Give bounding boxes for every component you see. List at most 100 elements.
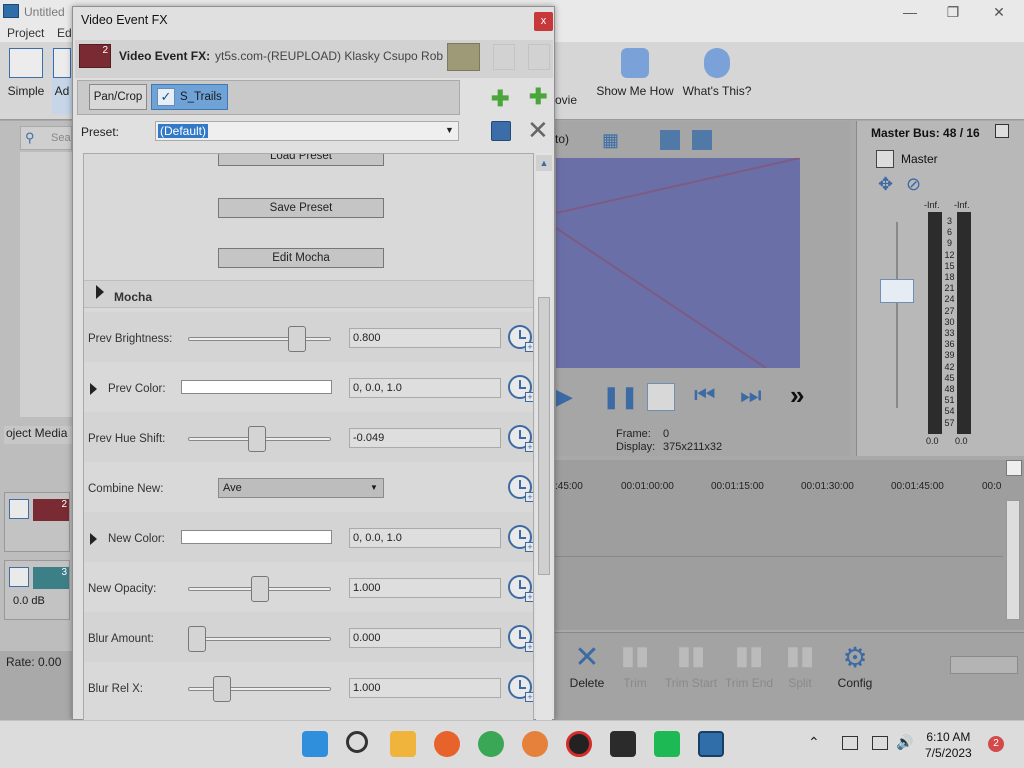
prev-color-swatch[interactable] xyxy=(181,380,332,394)
combine-new-dropdown[interactable]: Ave xyxy=(218,478,384,498)
expand-triangle-icon[interactable] xyxy=(96,285,104,299)
new-opacity-value[interactable]: 1.000 xyxy=(349,578,501,598)
firefox-icon[interactable] xyxy=(434,731,460,757)
keyframe-add-icon[interactable]: + xyxy=(525,442,533,452)
advanced-mode-button[interactable]: Ad xyxy=(52,48,72,114)
fx-options-icon[interactable] xyxy=(528,44,550,70)
chrome-icon[interactable] xyxy=(478,731,504,757)
fx-chain-toggle-icon[interactable] xyxy=(447,43,480,71)
load-preset-button[interactable]: Load Preset xyxy=(218,154,384,166)
volume-icon[interactable]: 🔊 xyxy=(896,734,913,751)
keyframe-add-icon[interactable]: + xyxy=(525,492,533,502)
project-media-list[interactable] xyxy=(20,152,72,417)
tab-project-media[interactable]: oject Media xyxy=(4,426,72,444)
menu-edit[interactable]: Ed xyxy=(57,26,72,40)
keyframe-add-icon[interactable]: + xyxy=(525,542,533,552)
blur-rel-x-value[interactable]: 1.000 xyxy=(349,678,501,698)
app-chevrons-icon[interactable] xyxy=(654,731,680,757)
make-movie-label[interactable]: ovie xyxy=(555,93,577,107)
prev-brightness-slider-knob[interactable] xyxy=(288,326,306,352)
s-trails-enable-checkbox[interactable]: ✓ xyxy=(157,88,175,106)
fast-forward-icon[interactable]: » xyxy=(790,380,804,411)
mute-icon[interactable]: ⊘ xyxy=(906,174,921,195)
add-plugin-icon[interactable]: ✚ xyxy=(491,86,509,112)
split-button[interactable]: ▮▮ Split xyxy=(778,640,822,690)
expand-triangle-icon[interactable] xyxy=(90,533,97,545)
timeline-vertical-scrollbar[interactable] xyxy=(1006,500,1020,620)
restore-icon[interactable]: ❐ xyxy=(938,2,968,22)
play-icon[interactable]: ▶ xyxy=(556,384,573,410)
stop-icon[interactable] xyxy=(647,383,675,411)
prev-hue-shift-slider-knob[interactable] xyxy=(247,426,266,452)
new-color-swatch[interactable] xyxy=(181,530,332,544)
pause-icon[interactable]: ❚❚ xyxy=(602,384,639,410)
keyframe-add-icon[interactable]: + xyxy=(525,592,533,602)
battery-icon[interactable] xyxy=(842,736,858,750)
windows-start-icon[interactable] xyxy=(302,731,328,757)
config-button[interactable]: ⚙ Config xyxy=(834,640,876,690)
save-preset-button[interactable]: Save Preset xyxy=(218,198,384,218)
menu-project[interactable]: Project xyxy=(7,26,44,40)
keyframe-add-icon[interactable]: + xyxy=(525,642,533,652)
track-expand-icon[interactable] xyxy=(9,499,29,519)
copy-snapshot-icon[interactable] xyxy=(660,130,680,150)
media-search-input[interactable]: ⚲ Sea xyxy=(20,126,72,150)
whats-this-button[interactable]: What's This? xyxy=(682,48,752,98)
trim-button[interactable]: ▮▮ Trim xyxy=(614,640,656,690)
preset-value[interactable]: (Default) xyxy=(158,124,209,138)
minimize-icon[interactable]: — xyxy=(895,2,925,22)
taskbar-clock[interactable]: 6:10 AM 7/5/2023 xyxy=(925,729,972,761)
close-window-icon[interactable]: ✕ xyxy=(984,2,1014,22)
master-fx-icon[interactable]: ✥ xyxy=(878,174,893,195)
mixer-settings-icon[interactable] xyxy=(995,124,1009,138)
new-opacity-slider-knob[interactable] xyxy=(250,576,269,602)
trim-end-button[interactable]: ▮▮ Trim End xyxy=(724,640,774,690)
simple-mode-button[interactable]: Simple xyxy=(6,48,46,98)
chevron-down-icon[interactable]: ▼ xyxy=(370,483,378,492)
file-explorer-icon[interactable] xyxy=(390,731,416,757)
notification-badge[interactable]: 2 xyxy=(988,736,1004,752)
terminal-icon[interactable] xyxy=(610,731,636,757)
preview-quality-dropdown[interactable]: to) xyxy=(555,132,569,146)
fx-browser-icon[interactable] xyxy=(493,44,515,70)
new-color-value[interactable]: 0, 0.0, 1.0 xyxy=(349,528,501,548)
delete-button[interactable]: ✕ Delete xyxy=(566,640,608,690)
record-icon[interactable] xyxy=(566,731,592,757)
blur-amount-slider-track[interactable] xyxy=(188,637,331,641)
scroll-up-arrow-icon[interactable]: ▲ xyxy=(536,155,552,171)
show-me-how-button[interactable]: Show Me How xyxy=(594,48,676,98)
save-preset-icon[interactable] xyxy=(491,121,511,141)
trim-start-button[interactable]: ▮▮ Trim Start xyxy=(662,640,720,690)
go-to-end-icon[interactable]: ⏭ xyxy=(740,382,762,410)
track-header-video[interactable]: 2 xyxy=(4,492,70,552)
brave-icon[interactable] xyxy=(522,731,548,757)
edit-mocha-button[interactable]: Edit Mocha xyxy=(218,248,384,268)
prev-brightness-slider-track[interactable] xyxy=(188,337,331,341)
prev-brightness-value[interactable]: 0.800 xyxy=(349,328,501,348)
pan-crop-button[interactable]: Pan/Crop xyxy=(89,84,147,110)
blur-amount-slider-knob[interactable] xyxy=(188,626,206,652)
prev-color-value[interactable]: 0, 0.0, 1.0 xyxy=(349,378,501,398)
blur-rel-x-slider-track[interactable] xyxy=(188,687,331,691)
track-header-audio[interactable]: 3 0.0 dB xyxy=(4,560,70,620)
keyframe-add-icon[interactable]: + xyxy=(525,392,533,402)
go-to-start-icon[interactable]: ⏮ xyxy=(694,382,716,410)
track-expand-icon[interactable] xyxy=(9,567,29,587)
keyframe-add-icon[interactable]: + xyxy=(525,342,533,352)
save-snapshot-icon[interactable] xyxy=(692,130,712,150)
search-icon[interactable] xyxy=(346,731,368,753)
zoom-slider[interactable] xyxy=(950,656,1018,674)
blur-amount-value[interactable]: 0.000 xyxy=(349,628,501,648)
expand-triangle-icon[interactable] xyxy=(90,383,97,395)
remove-plugin-icon[interactable]: ✚ xyxy=(529,84,547,110)
timeline-marker-icon[interactable] xyxy=(1006,460,1022,476)
delete-preset-icon[interactable]: ✕ xyxy=(527,117,549,143)
chevron-up-icon[interactable]: ⌃ xyxy=(808,734,820,751)
master-fader-knob[interactable] xyxy=(880,279,914,303)
prev-hue-shift-value[interactable]: -0.049 xyxy=(349,428,501,448)
grid-icon[interactable]: ▦ xyxy=(602,130,624,150)
blur-rel-x-slider-knob[interactable] xyxy=(213,676,231,702)
network-icon[interactable] xyxy=(872,736,888,750)
dialog-close-button[interactable]: x xyxy=(534,12,553,31)
chevron-down-icon[interactable]: ▼ xyxy=(445,125,454,135)
